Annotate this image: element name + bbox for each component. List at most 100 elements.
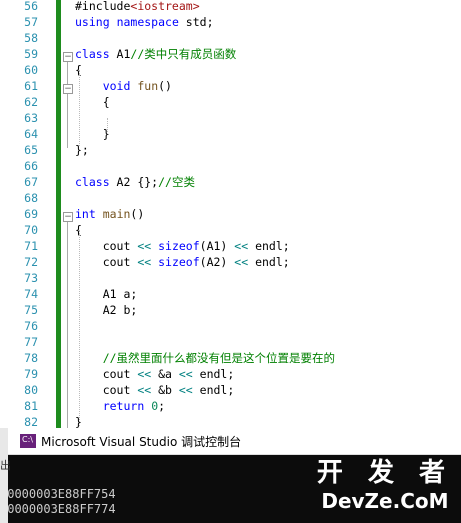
code-line[interactable]: 62 {	[0, 94, 461, 110]
line-number: 70	[24, 223, 38, 237]
collapse-fun-icon[interactable]: −	[63, 84, 73, 94]
code-line[interactable]: 82}	[0, 414, 461, 428]
code-token: ;	[158, 399, 166, 413]
line-number: 82	[24, 415, 38, 428]
code-token: <<	[137, 239, 152, 253]
code-line[interactable]: 71 cout << sizeof(A1) << endl;	[0, 238, 461, 254]
line-number: 76	[24, 319, 38, 333]
console-title: Microsoft Visual Studio 调试控制台	[41, 435, 242, 449]
code-token: endl;	[248, 239, 290, 253]
code-text: void fun()	[75, 78, 172, 94]
line-number: 75	[24, 303, 38, 317]
code-token: <<	[137, 367, 152, 381]
code-line[interactable]: 78 //虽然里面什么都没有但是这个位置是要在的	[0, 350, 461, 366]
code-token: class	[75, 175, 110, 189]
code-token: cout	[75, 383, 138, 397]
code-line[interactable]: 73	[0, 270, 461, 286]
code-editor[interactable]: 56 #include<iostream> 57 using namespace st…	[0, 0, 461, 428]
code-token: <<	[137, 383, 152, 397]
code-text: #include<iostream>	[75, 0, 200, 14]
line-number: 69	[24, 207, 38, 221]
code-line[interactable]: 56 #include<iostream>	[0, 0, 461, 14]
code-text: class A1//类中只有成员函数	[75, 46, 236, 62]
code-text: return 0;	[75, 398, 165, 414]
code-line[interactable]: 64 }	[0, 126, 461, 142]
code-line[interactable]: 74 A1 a;	[0, 286, 461, 302]
code-line[interactable]: 81 return 0;	[0, 398, 461, 414]
fold-guide	[67, 62, 68, 148]
code-line[interactable]: 66	[0, 158, 461, 174]
code-text: A1 a;	[75, 286, 138, 302]
code-text: class A2 {};//空类	[75, 174, 195, 190]
line-number: 57	[24, 15, 38, 29]
code-token: class	[75, 47, 110, 61]
line-number: 65	[24, 143, 38, 157]
code-line[interactable]: 63	[0, 110, 461, 126]
line-number: 68	[24, 191, 38, 205]
collapse-class-a1-icon[interactable]: −	[63, 52, 73, 62]
output-panel-label: 出	[0, 459, 11, 472]
watermark-bottom-text: DevZe.CoM	[321, 489, 449, 513]
code-line[interactable]: 67 class A2 {};//空类	[0, 174, 461, 190]
code-token: using	[75, 15, 110, 29]
line-number: 72	[24, 255, 38, 269]
code-line[interactable]: 79 cout << &a << endl;	[0, 366, 461, 382]
code-token: &b	[151, 383, 179, 397]
code-text: }	[75, 126, 110, 142]
code-line[interactable]: 76	[0, 318, 461, 334]
code-text: {	[75, 94, 110, 110]
line-number: 78	[24, 351, 38, 365]
indent-guide	[107, 118, 108, 132]
code-line[interactable]: 75 A2 b;	[0, 302, 461, 318]
code-text: cout << sizeof(A2) << endl;	[75, 254, 290, 270]
code-token: cout	[75, 367, 138, 381]
code-line[interactable]: 80 cout << &b << endl;	[0, 382, 461, 398]
code-line[interactable]: 68	[0, 190, 461, 206]
code-token: <<	[178, 383, 193, 397]
code-token: };	[75, 143, 89, 157]
console-output-line: 00000003E88FF774	[0, 502, 116, 516]
code-token: cout	[75, 255, 138, 269]
code-token: A1 a;	[75, 287, 138, 301]
code-line[interactable]: 60{	[0, 62, 461, 78]
console-output-line: 1	[0, 457, 116, 472]
code-line[interactable]: 72 cout << sizeof(A2) << endl;	[0, 254, 461, 270]
code-token: <<	[137, 255, 152, 269]
output-panel-edge	[0, 428, 8, 523]
code-line[interactable]: 57 using namespace std;	[0, 14, 461, 30]
console-title-bar[interactable]: C:\ Microsoft Visual Studio 调试控制台	[0, 428, 461, 455]
code-line[interactable]: 77	[0, 334, 461, 350]
code-token: fun	[137, 79, 159, 93]
line-number: 80	[24, 383, 38, 397]
code-text: //虽然里面什么都没有但是这个位置是要在的	[75, 350, 335, 366]
code-text: cout << &a << endl;	[75, 366, 235, 382]
console-output: 1100000003E88FF75400000003E88FF774	[0, 457, 116, 517]
line-number: 66	[24, 159, 38, 173]
console-output-line: 1	[0, 472, 116, 487]
code-line[interactable]: 58	[0, 30, 461, 46]
line-number: 79	[24, 367, 38, 381]
line-number: 81	[24, 399, 38, 413]
code-token: <<	[234, 255, 249, 269]
code-token: A2 b;	[75, 303, 138, 317]
code-text: };	[75, 142, 89, 158]
line-number: 67	[24, 175, 38, 189]
fold-guide	[67, 222, 68, 428]
code-token: return	[102, 399, 145, 413]
code-line[interactable]: 65};	[0, 142, 461, 158]
line-number: 56	[24, 0, 38, 13]
code-token: }	[75, 127, 110, 141]
watermark-top-text: 开 发 者	[316, 458, 453, 488]
code-token: <<	[178, 367, 193, 381]
collapse-main-icon[interactable]: −	[63, 212, 73, 222]
code-text: cout << sizeof(A1) << endl;	[75, 238, 290, 254]
code-token: int	[75, 207, 96, 221]
line-number: 71	[24, 239, 38, 253]
code-line[interactable]: 70{	[0, 222, 461, 238]
indent-guide	[79, 230, 80, 426]
code-token: //虽然里面什么都没有但是这个位置是要在的	[102, 351, 336, 365]
line-number: 63	[24, 111, 38, 125]
code-token: A1	[109, 47, 131, 61]
code-token: main	[102, 207, 131, 221]
